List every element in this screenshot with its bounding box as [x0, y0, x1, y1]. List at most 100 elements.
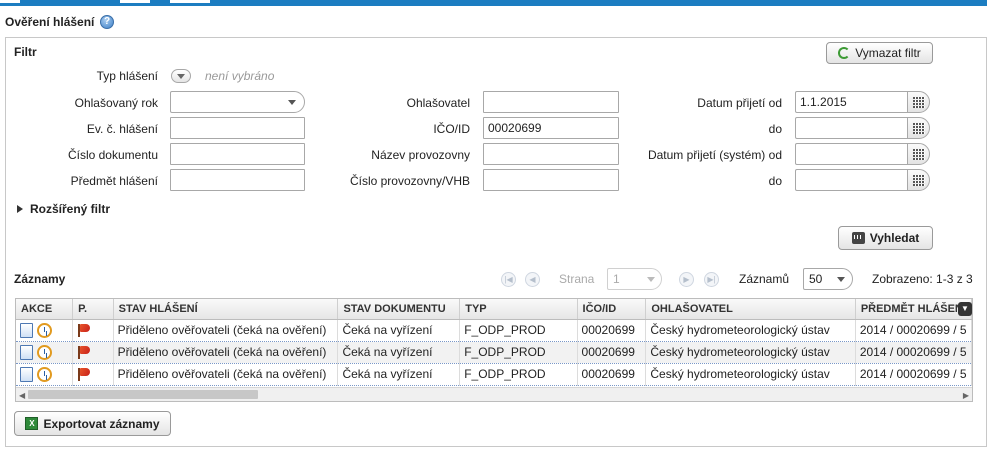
- scrollbar-thumb[interactable]: [28, 390, 258, 399]
- predmet-label: Předmět hlášení: [70, 174, 158, 188]
- cislo-prov-input[interactable]: [483, 169, 619, 191]
- records-shown: Zobrazeno: 1-3 z 3: [872, 272, 973, 286]
- nazev-input[interactable]: [483, 143, 619, 165]
- document-icon[interactable]: [20, 344, 33, 360]
- row-actions: [16, 319, 74, 342]
- page-value: 1: [613, 272, 620, 286]
- horizontal-scrollbar[interactable]: ◀ ▶: [16, 387, 972, 401]
- cell-ico: 00020699: [577, 363, 647, 386]
- col-header-akce[interactable]: AKCE: [16, 299, 74, 320]
- clear-filter-label: Vymazat filtr: [855, 46, 921, 60]
- last-page-icon[interactable]: ▶|: [704, 272, 719, 287]
- export-button[interactable]: X Exportovat záznamy: [14, 411, 171, 436]
- row-priority: [72, 363, 114, 386]
- predmet-input[interactable]: [170, 169, 305, 191]
- typ-value: není vybráno: [205, 69, 275, 83]
- rok-select[interactable]: [170, 91, 305, 113]
- cell-stav-dokumentu: Čeká na vyřízení: [337, 319, 461, 342]
- col-header-typ[interactable]: TYP: [459, 299, 578, 320]
- clock-icon[interactable]: [37, 344, 52, 360]
- datum-sys-od-label: Datum přijetí (systém) od: [647, 148, 782, 162]
- ico-input[interactable]: [483, 117, 619, 139]
- typ-label: Typ hlášení: [96, 69, 158, 83]
- search-icon: [851, 232, 865, 244]
- flag-icon: [77, 345, 91, 360]
- col-header-p[interactable]: P.: [72, 299, 114, 320]
- datum-sys-do-label: do: [768, 174, 782, 188]
- row-actions: [16, 341, 74, 364]
- nazev-label: Název provozovny: [371, 148, 470, 162]
- col-header-stav-hlaseni[interactable]: STAV HLÁŠENÍ: [113, 299, 339, 320]
- clock-icon[interactable]: [37, 366, 52, 382]
- flag-icon: [77, 323, 91, 338]
- typ-dropdown[interactable]: [171, 69, 191, 83]
- extended-filter-label: Rozšířený filtr: [30, 202, 111, 216]
- col-header-predmet[interactable]: PŘEDMĚT HLÁŠENÍ: [855, 299, 972, 320]
- records-grid: AKCE P. STAV HLÁŠENÍ STAV DOKUMENTU TYP …: [16, 299, 972, 386]
- document-icon[interactable]: [20, 366, 33, 382]
- per-page-label: Záznamů: [739, 272, 790, 286]
- clear-filter-button[interactable]: Vymazat filtr: [826, 42, 933, 64]
- page-title: Ověření hlášení: [5, 15, 95, 29]
- cell-predmet: 2014 / 00020699 / 5: [855, 341, 972, 364]
- extended-filter-toggle[interactable]: Rozšířený filtr: [16, 202, 126, 218]
- triangle-right-icon: [17, 205, 23, 213]
- page-label: Strana: [559, 272, 595, 286]
- page-select[interactable]: 1: [607, 268, 662, 290]
- help-icon[interactable]: ?: [100, 15, 114, 29]
- datum-sys-do-input[interactable]: [795, 169, 908, 191]
- cell-stav-dokumentu: Čeká na vyřízení: [337, 341, 461, 364]
- datum-do-input[interactable]: [795, 117, 908, 139]
- chevron-down-icon: [177, 74, 185, 79]
- datum-sys-od-input[interactable]: [795, 143, 908, 165]
- banner-notch: [120, 0, 150, 3]
- search-button[interactable]: Vyhledat: [838, 226, 933, 250]
- cell-predmet: 2014 / 00020699 / 5: [855, 319, 972, 342]
- next-page-icon[interactable]: ▶: [679, 272, 694, 287]
- col-header-ico[interactable]: IČO/ID: [577, 299, 647, 320]
- filter-title: Filtr: [14, 45, 37, 59]
- per-page-value: 50: [809, 272, 823, 286]
- records-title: Záznamy: [14, 272, 66, 286]
- top-banner: [0, 0, 987, 6]
- scroll-right-icon[interactable]: ▶: [963, 391, 969, 400]
- calendar-icon: [913, 149, 925, 160]
- cislo-label: Číslo dokumentu: [67, 148, 158, 162]
- excel-icon: X: [25, 417, 39, 430]
- clock-icon[interactable]: [37, 322, 52, 338]
- banner-notch: [170, 0, 210, 3]
- table-row[interactable]: Přiděleno ověřovateli (čeká na ověření) …: [16, 341, 972, 364]
- ohlasovatel-input[interactable]: [483, 91, 619, 113]
- ico-label: IČO/ID: [433, 122, 470, 136]
- cell-typ: F_ODP_PROD: [459, 319, 578, 342]
- first-page-icon[interactable]: |◀: [501, 272, 516, 287]
- calendar-icon: [913, 175, 925, 186]
- row-priority: [72, 341, 114, 364]
- chevron-down-icon: [647, 277, 655, 282]
- prev-page-icon[interactable]: ◀: [525, 272, 540, 287]
- column-menu-icon[interactable]: ▼: [958, 302, 972, 316]
- col-header-ohlasovatel[interactable]: OHLAŠOVATEL: [645, 299, 856, 320]
- table-row[interactable]: Přiděleno ověřovateli (čeká na ověření) …: [16, 363, 972, 386]
- scroll-left-icon[interactable]: ◀: [19, 391, 25, 400]
- cell-ohlasovatel: Český hydrometeorologický ústav: [645, 341, 856, 364]
- rok-label: Ohlašovaný rok: [74, 96, 158, 110]
- table-row[interactable]: Přiděleno ověřovateli (čeká na ověření) …: [16, 319, 972, 342]
- datum-od-input[interactable]: [795, 91, 908, 113]
- ohlasovatel-label: Ohlašovatel: [406, 96, 470, 110]
- per-page-select[interactable]: 50: [803, 268, 853, 290]
- cislo-input[interactable]: [170, 143, 305, 165]
- refresh-icon: [838, 47, 851, 59]
- document-icon[interactable]: [20, 322, 33, 338]
- calendar-icon: [913, 123, 925, 134]
- calendar-button[interactable]: [907, 169, 930, 191]
- calendar-button[interactable]: [907, 143, 930, 165]
- calendar-button[interactable]: [907, 117, 930, 139]
- ev-input[interactable]: [170, 117, 305, 139]
- calendar-button[interactable]: [907, 91, 930, 113]
- row-actions: [16, 363, 74, 386]
- cell-stav-hlaseni: Přiděleno ověřovateli (čeká na ověření): [113, 363, 339, 386]
- col-header-stav-dokumentu[interactable]: STAV DOKUMENTU: [337, 299, 461, 320]
- flag-icon: [77, 367, 91, 382]
- cell-ohlasovatel: Český hydrometeorologický ústav: [645, 363, 856, 386]
